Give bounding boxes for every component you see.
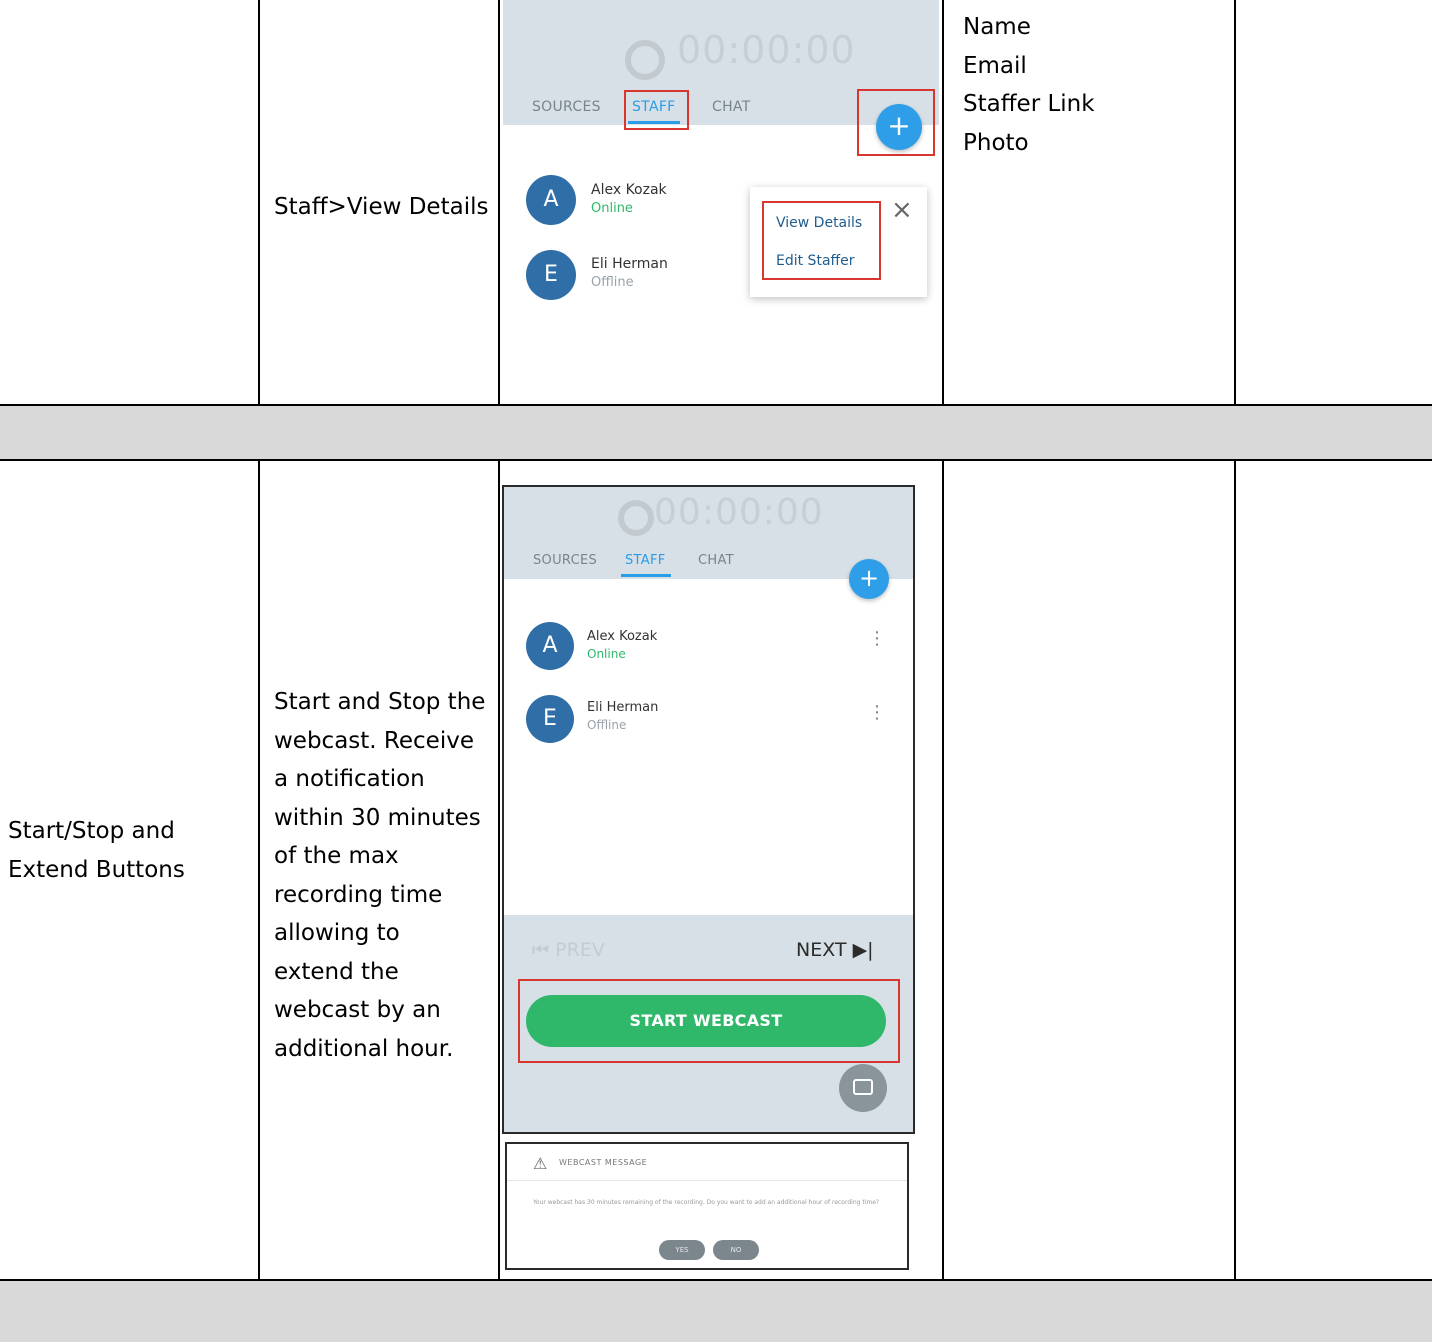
plus-icon: + [858,564,880,592]
column-divider [1234,459,1236,1279]
field-name: Name [963,14,1031,40]
staff-menu-screenshot: 00:00:00 SOURCES STAFF CHAT + A Alex Koz… [501,0,942,404]
more-options-icon[interactable]: ⋮ [868,630,886,648]
table-border [0,404,1432,406]
table-border [0,1279,1432,1281]
description-line: webcast by an [274,997,441,1023]
row1-description: Staff>View Details [274,194,489,220]
active-tab-underline [621,574,671,577]
close-icon[interactable]: × [891,195,913,225]
description-line: allowing to [274,920,400,946]
prev-label: PREV [555,939,605,961]
field-photo: Photo [963,129,1029,156]
dialog-title: WEBCAST MESSAGE [559,1158,648,1167]
field-staffer-link: Staffer Link [963,91,1095,117]
more-options-icon[interactable]: ⋮ [868,704,886,722]
start-webcast-button[interactable]: START WEBCAST [526,995,886,1047]
yes-button[interactable]: YES [659,1240,705,1260]
column-divider [258,0,260,404]
next-button[interactable]: NEXT ▶| [796,939,874,961]
staff-status-online: Online [587,647,626,661]
tab-sources[interactable]: SOURCES [532,99,601,115]
webcast-message-dialog: ⚠ WEBCAST MESSAGE Your webcast has 30 mi… [505,1142,909,1270]
description-line: of the max [274,843,399,869]
no-button[interactable]: NO [713,1240,759,1260]
column-divider [258,459,260,1279]
warning-icon: ⚠ [533,1154,548,1173]
record-ring-icon [625,40,665,80]
tab-chat[interactable]: CHAT [698,553,734,568]
record-ring-icon [618,500,654,536]
field-email: Email [963,52,1027,79]
staff-status-online: Online [591,201,633,216]
timer-display: 00:00:00 [654,492,824,533]
separator-row [0,406,1432,459]
description-line: webcast. Receive [274,727,474,754]
row2-description: Start and Stop the webcast. Receive a no… [274,683,485,1068]
screen-icon [853,1079,873,1095]
description-line: additional hour. [274,1035,454,1062]
row2-feature: Start/Stop and Extend Buttons [8,812,185,889]
highlight-box-add-button [857,89,935,156]
column-divider [942,0,944,404]
table-border [0,459,1432,461]
staff-name: Eli Herman [591,256,668,272]
add-staff-button[interactable]: + [849,559,889,599]
view-details-menu-item[interactable]: View Details [776,215,862,231]
description-line: extend the [274,958,399,985]
avatar: A [526,622,574,670]
highlight-box-staff-tab [624,90,689,130]
tab-sources[interactable]: SOURCES [533,553,597,568]
staff-status-offline: Offline [591,275,634,290]
feature-line: Extend Buttons [8,856,185,883]
avatar: E [526,695,574,743]
next-label: NEXT [796,939,847,961]
edit-staffer-menu-item[interactable]: Edit Staffer [776,253,855,269]
dialog-message: Your webcast has 30 minutes remaining of… [533,1199,880,1206]
column-divider [498,0,500,404]
webcast-control-screenshot: 00:00:00 SOURCES STAFF CHAT + A Alex Koz… [502,485,915,1134]
description-line: a notification [274,766,425,792]
description-line: within 30 minutes [274,804,481,831]
row1-fields-list: Name Email Staffer Link Photo [963,8,1095,162]
description-line: recording time [274,881,443,908]
avatar: A [526,175,576,225]
avatar: E [526,250,576,300]
dialog-divider [507,1180,907,1181]
staff-name: Alex Kozak [587,629,658,644]
staff-name: Alex Kozak [591,182,667,198]
tab-chat[interactable]: CHAT [712,99,751,115]
skip-previous-icon: ⏮ [532,939,550,961]
skip-next-icon: ▶| [852,939,874,961]
staff-name: Eli Herman [587,700,659,715]
tab-staff[interactable]: STAFF [625,553,666,568]
prev-button[interactable]: ⏮ PREV [532,939,605,961]
column-divider [942,459,944,1279]
column-divider [1234,0,1236,404]
staff-status-offline: Offline [587,718,627,732]
timer-display: 00:00:00 [677,28,856,72]
description-line: Start and Stop the [274,689,486,715]
feature-line: Start/Stop and [8,818,175,844]
separator-row [0,1281,1432,1342]
column-divider [498,459,500,1279]
camera-preview-button[interactable] [839,1064,887,1112]
